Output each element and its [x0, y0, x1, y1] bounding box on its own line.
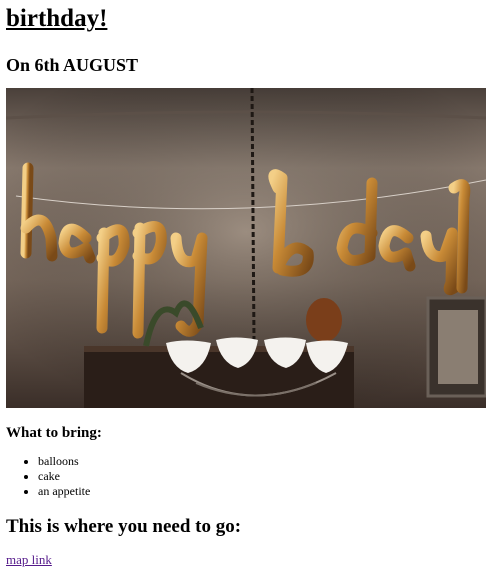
list-item-balloons: balloons	[38, 454, 90, 469]
bring-heading: What to bring:	[6, 425, 102, 441]
map-link[interactable]: map link	[6, 552, 52, 568]
bring-list: balloons cake an appetite	[6, 454, 90, 499]
list-item-appetite: an appetite	[38, 484, 90, 499]
page-title-link[interactable]: birthday!	[6, 4, 107, 34]
page-content: birthday! On 6th AUGUST What to bring: •…	[6, 0, 486, 567]
destination-heading: This is where you need to go:	[6, 516, 242, 537]
list-item-cake: cake	[38, 469, 90, 484]
date-heading: On 6th AUGUST	[6, 55, 139, 75]
birthday-balloons-photo	[6, 88, 486, 408]
